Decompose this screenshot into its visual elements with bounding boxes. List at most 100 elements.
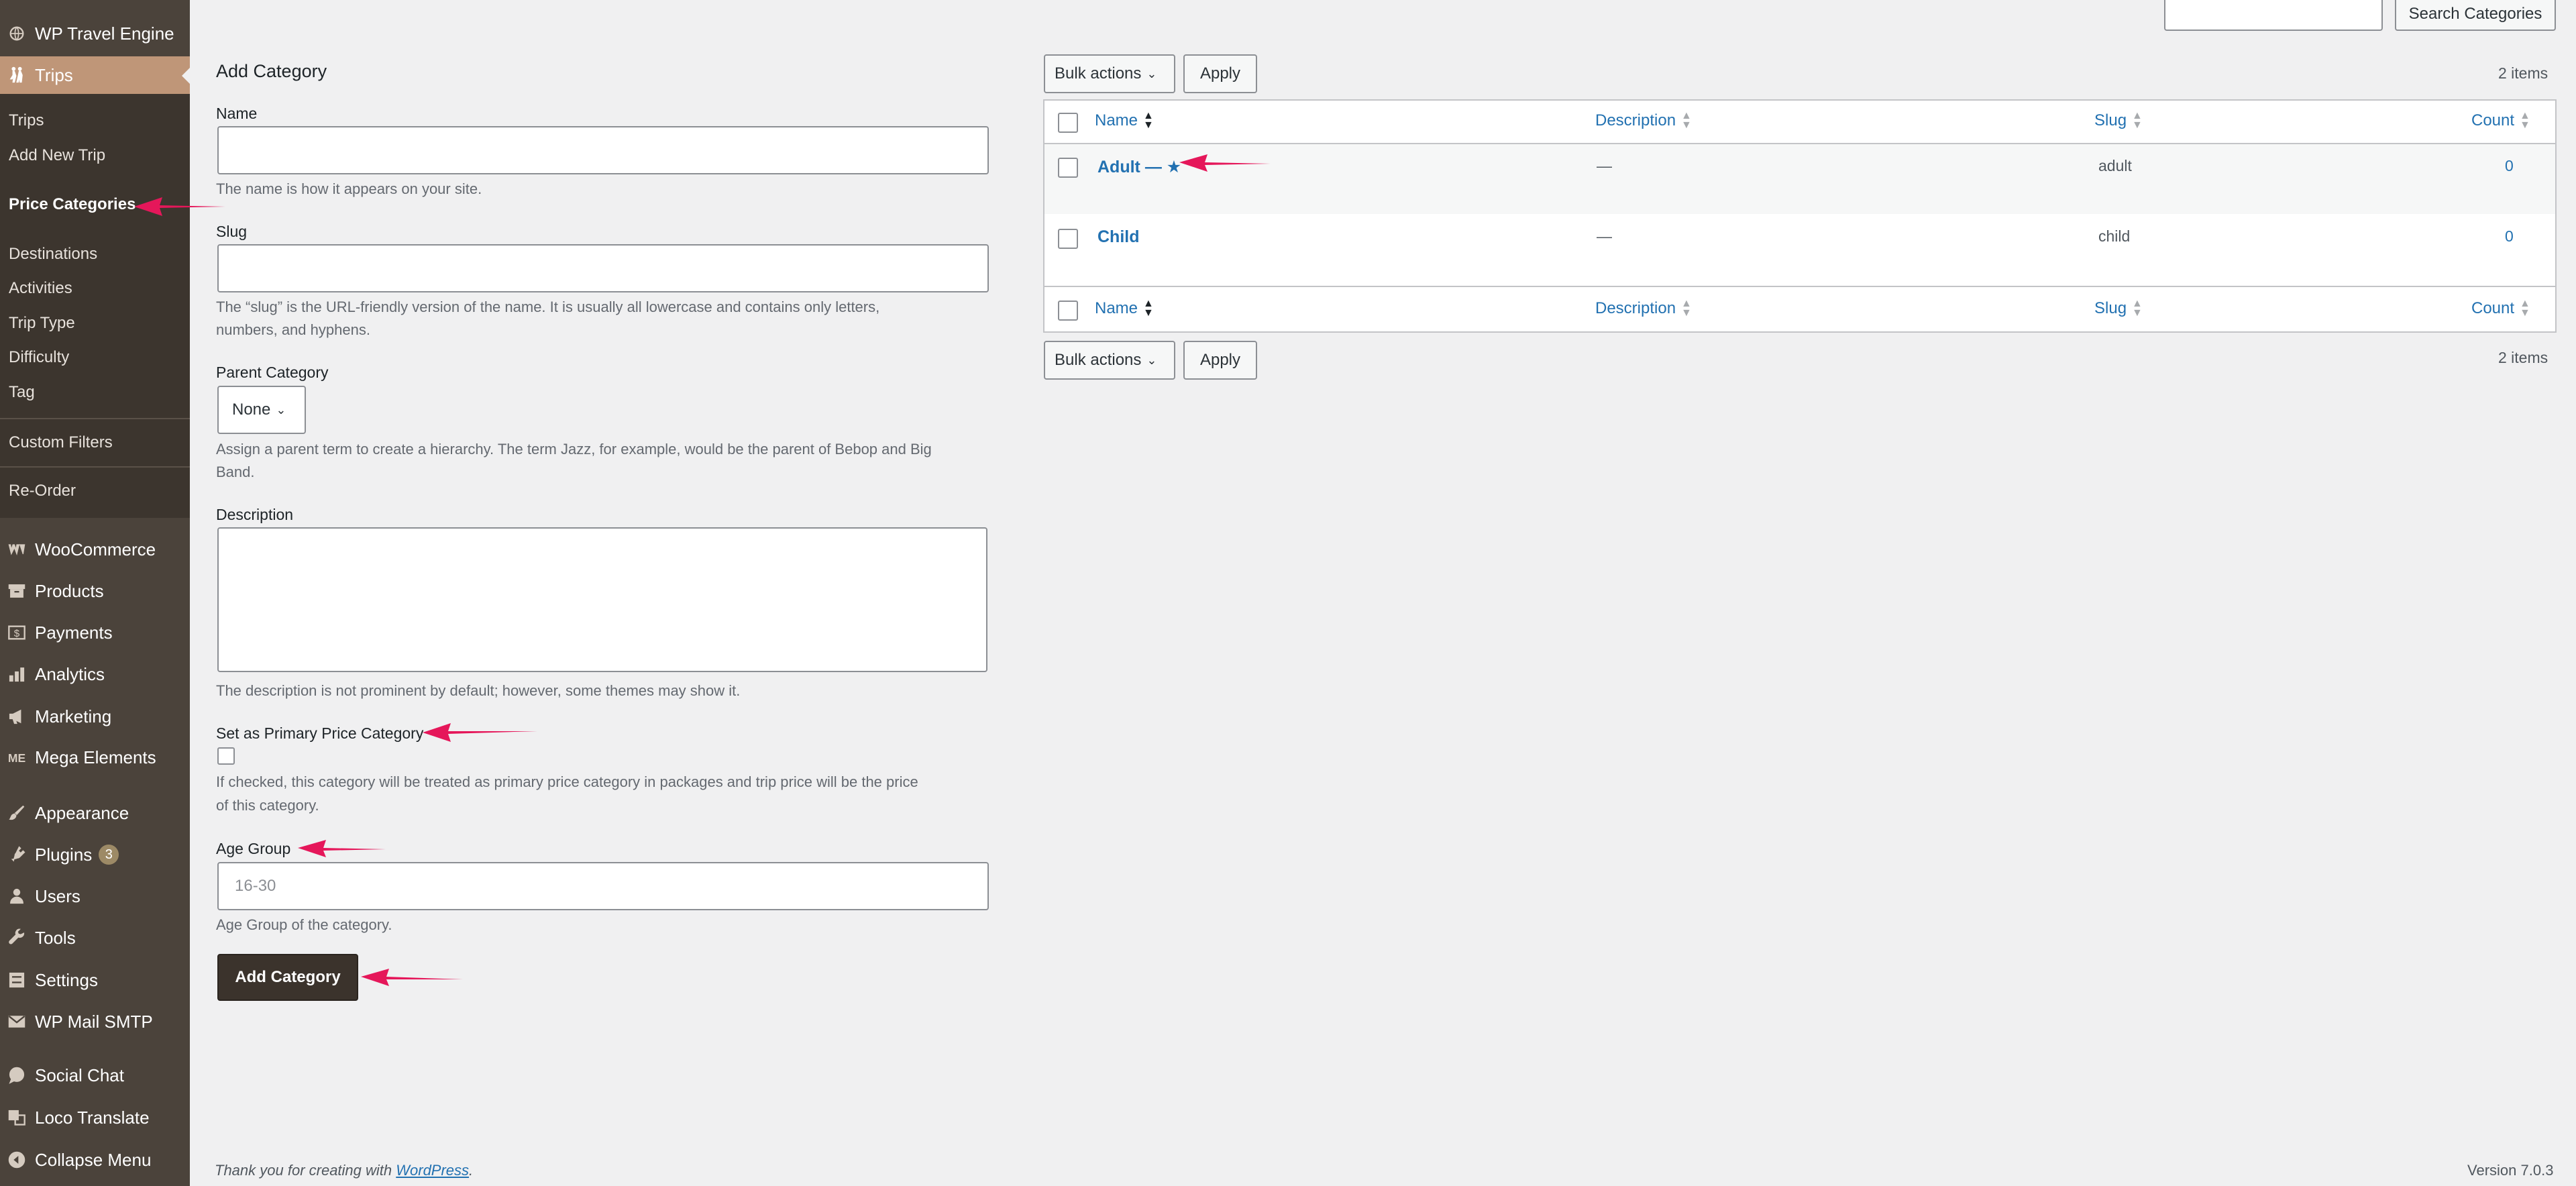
chat-icon bbox=[7, 1065, 27, 1085]
submenu-trip-type[interactable]: Trip Type bbox=[9, 314, 75, 333]
apply-button-bottom[interactable]: Apply bbox=[1183, 341, 1257, 380]
description-textarea[interactable] bbox=[217, 527, 987, 672]
column-header-slug[interactable]: Slug ▲ ▼ bbox=[2094, 111, 2143, 131]
menu-mega-elements[interactable]: ME Mega Elements bbox=[0, 739, 190, 776]
menu-label: Appearance bbox=[35, 802, 129, 823]
chevron-down-icon: ⌄ bbox=[1146, 353, 1157, 367]
footer-thanks-suffix: . bbox=[469, 1162, 474, 1179]
submenu-trips[interactable]: Trips bbox=[9, 111, 44, 130]
menu-tools[interactable]: Tools bbox=[0, 919, 190, 957]
bulk-actions-label: Bulk actions bbox=[1055, 351, 1142, 369]
users-icon bbox=[7, 886, 27, 906]
menu-label: Analytics bbox=[35, 663, 105, 684]
menu-label: Trips bbox=[35, 64, 73, 85]
menu-label: WooCommerce bbox=[35, 539, 156, 559]
sort-arrow-icon: ▲ ▼ bbox=[2520, 298, 2530, 319]
annotation-arrow bbox=[421, 718, 539, 748]
submenu-custom-filters[interactable]: Custom Filters bbox=[9, 433, 113, 452]
megaphone-icon bbox=[7, 706, 27, 726]
column-count-label: Count bbox=[2471, 299, 2515, 317]
column-footer-description[interactable]: Description ▲ ▼ bbox=[1595, 299, 1692, 319]
category-name-link[interactable]: Child bbox=[1097, 227, 1140, 247]
primary-help-text: If checked, this category will be treate… bbox=[216, 773, 918, 790]
column-header-count[interactable]: Count ▲ ▼ bbox=[2471, 110, 2530, 131]
menu-marketing[interactable]: Marketing bbox=[0, 698, 190, 735]
parent-help-text-2: Band. bbox=[216, 464, 255, 480]
select-all-checkbox-top[interactable] bbox=[1058, 113, 1078, 133]
parent-category-select[interactable]: None ⌄ bbox=[217, 386, 306, 434]
column-footer-count[interactable]: Count ▲ ▼ bbox=[2471, 298, 2530, 319]
sort-arrow-icon: ▲ ▼ bbox=[1681, 110, 1692, 131]
slug-help-text: The “slug” is the URL-friendly version o… bbox=[216, 299, 880, 315]
wp-version: Version 7.0.3 bbox=[2467, 1162, 2554, 1179]
age-group-field[interactable]: 16-30 bbox=[217, 862, 989, 910]
menu-settings[interactable]: Settings bbox=[0, 961, 190, 999]
menu-analytics[interactable]: Analytics bbox=[0, 655, 190, 693]
column-header-description[interactable]: Description ▲ ▼ bbox=[1595, 110, 1692, 131]
apply-button-top[interactable]: Apply bbox=[1183, 54, 1257, 93]
primary-price-category-label: Set as Primary Price Category bbox=[216, 724, 424, 742]
wrench-icon bbox=[7, 928, 27, 948]
submenu-price-categories[interactable]: Price Categories bbox=[9, 195, 136, 214]
submenu-destinations[interactable]: Destinations bbox=[9, 245, 97, 264]
menu-woocommerce[interactable]: WooCommerce bbox=[0, 531, 190, 568]
menu-trips[interactable]: Trips bbox=[0, 56, 190, 94]
select-all-checkbox-bottom[interactable] bbox=[1058, 301, 1078, 321]
sort-arrow-icon: ▲ ▼ bbox=[2132, 298, 2143, 319]
hikers-icon bbox=[7, 65, 27, 85]
menu-users[interactable]: Users bbox=[0, 877, 190, 915]
menu-plugins[interactable]: Plugins 3 bbox=[0, 836, 190, 873]
parent-category-label: Parent Category bbox=[216, 364, 329, 381]
admin-sidebar: WP Travel Engine Trips Trips Add New Tri… bbox=[0, 0, 190, 1186]
globe-icon bbox=[7, 23, 27, 44]
add-category-button[interactable]: Add Category bbox=[217, 954, 358, 1001]
menu-products[interactable]: Products bbox=[0, 572, 190, 610]
submenu-tag[interactable]: Tag bbox=[9, 383, 35, 402]
item-count-bottom: 2 items bbox=[2498, 349, 2548, 366]
column-name-label: Name bbox=[1095, 111, 1138, 129]
menu-wp-mail-smtp[interactable]: WP Mail SMTP bbox=[0, 1003, 190, 1040]
menu-social-chat[interactable]: Social Chat bbox=[0, 1057, 190, 1094]
menu-label: Plugins bbox=[35, 844, 93, 865]
primary-price-category-checkbox[interactable] bbox=[217, 747, 235, 765]
bulk-actions-select-bottom[interactable]: Bulk actions ⌄ bbox=[1044, 341, 1175, 380]
row-checkbox[interactable] bbox=[1058, 229, 1078, 249]
column-description-label: Description bbox=[1595, 299, 1676, 317]
menu-payments[interactable]: $ Payments bbox=[0, 614, 190, 651]
collapse-menu[interactable]: Collapse Menu bbox=[0, 1141, 190, 1179]
slug-field[interactable] bbox=[217, 244, 989, 292]
category-count-link[interactable]: 0 bbox=[2505, 157, 2514, 175]
category-name-link[interactable]: Adult — ★ bbox=[1097, 157, 1181, 177]
submenu-add-new-trip[interactable]: Add New Trip bbox=[9, 146, 105, 165]
row-checkbox[interactable] bbox=[1058, 158, 1078, 178]
column-header-name[interactable]: Name ▲ ▼ bbox=[1095, 111, 1154, 131]
submenu-separator bbox=[0, 418, 190, 419]
sort-arrow-icon: ▲ ▼ bbox=[2520, 110, 2530, 131]
wordpress-link[interactable]: WordPress bbox=[396, 1162, 469, 1179]
column-footer-slug[interactable]: Slug ▲ ▼ bbox=[2094, 298, 2143, 319]
search-categories-button[interactable]: Search Categories bbox=[2395, 0, 2556, 31]
submenu-separator bbox=[0, 466, 190, 468]
submenu-difficulty[interactable]: Difficulty bbox=[9, 348, 69, 367]
search-categories-input[interactable] bbox=[2164, 0, 2383, 31]
column-footer-name[interactable]: Name ▲ ▼ bbox=[1095, 299, 1154, 319]
menu-label: WP Travel Engine bbox=[35, 23, 174, 44]
category-slug: child bbox=[2098, 227, 2131, 245]
bulk-actions-select-top[interactable]: Bulk actions ⌄ bbox=[1044, 54, 1175, 93]
menu-label: Social Chat bbox=[35, 1065, 124, 1085]
menu-label: WP Mail SMTP bbox=[35, 1011, 153, 1032]
category-count-link[interactable]: 0 bbox=[2505, 227, 2514, 246]
archive-icon bbox=[7, 581, 27, 601]
menu-wp-travel-engine[interactable]: WP Travel Engine bbox=[0, 15, 190, 52]
collapse-icon bbox=[7, 1150, 27, 1170]
menu-loco-translate[interactable]: Loco Translate bbox=[0, 1099, 190, 1136]
name-field[interactable] bbox=[217, 126, 989, 174]
column-slug-label: Slug bbox=[2094, 111, 2127, 129]
primary-help-text-2: of this category. bbox=[216, 797, 319, 814]
submenu-re-order[interactable]: Re-Order bbox=[9, 482, 76, 500]
menu-appearance[interactable]: Appearance bbox=[0, 794, 190, 832]
submenu-activities[interactable]: Activities bbox=[9, 279, 72, 298]
menu-label: Tools bbox=[35, 927, 76, 948]
dollar-icon: $ bbox=[7, 623, 27, 643]
annotation-arrow bbox=[133, 192, 227, 222]
